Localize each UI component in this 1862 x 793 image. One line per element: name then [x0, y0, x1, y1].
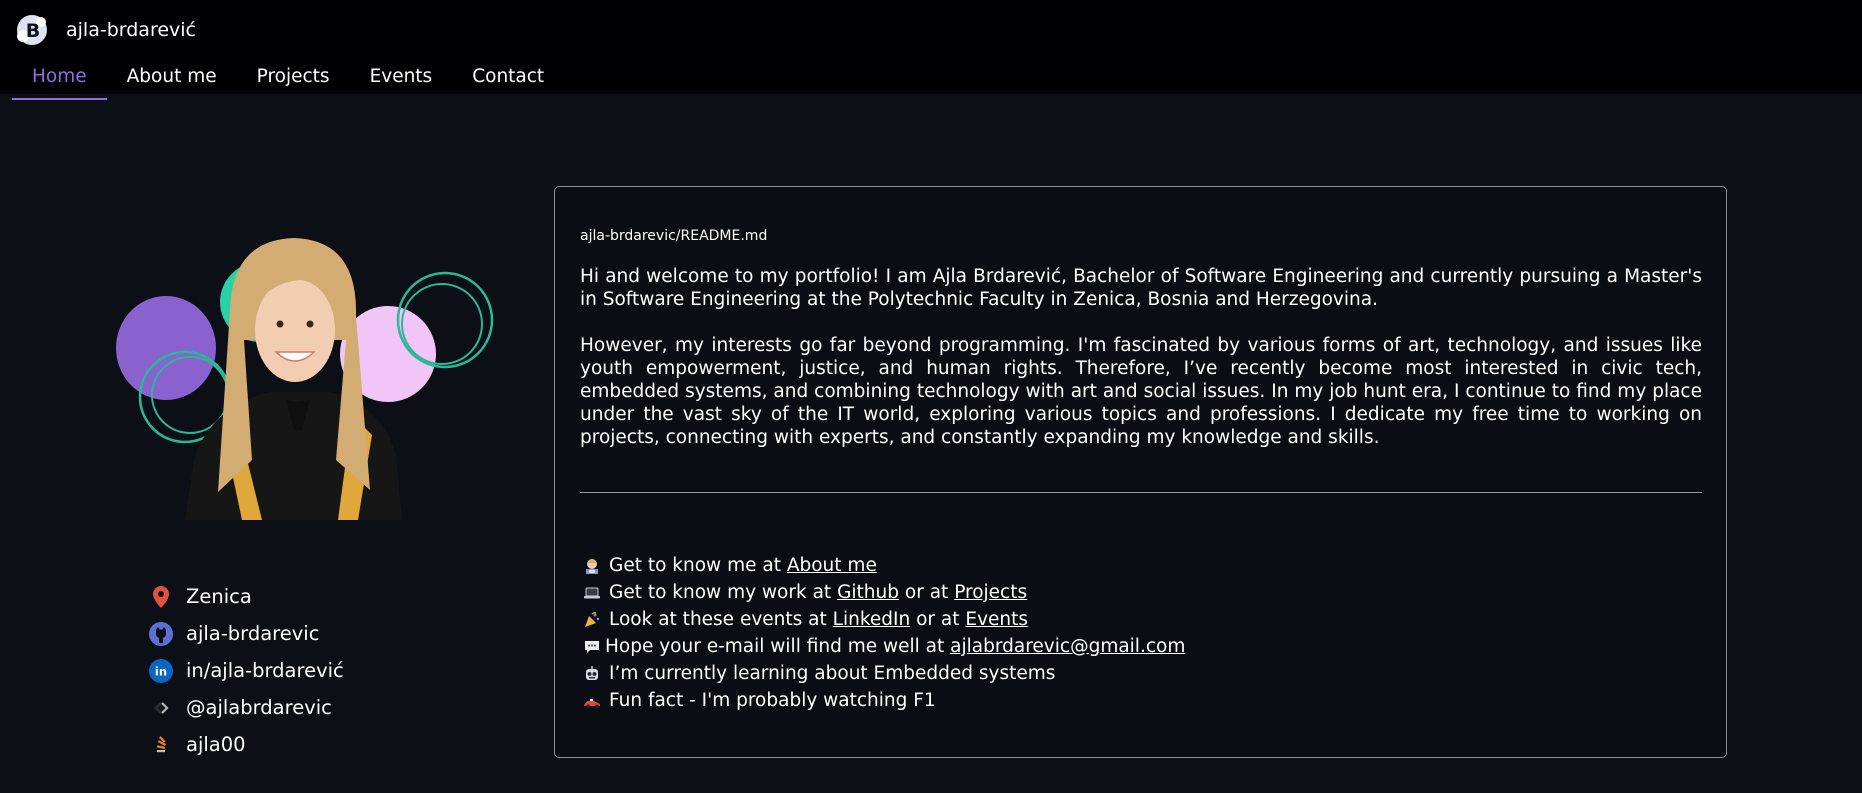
linkedin-link[interactable]: LinkedIn	[833, 606, 911, 633]
brand[interactable]: B ajla-brdarević	[14, 12, 196, 48]
github-icon	[148, 621, 174, 647]
about-me-link[interactable]: About me	[787, 552, 877, 579]
list-item-email: Hope your e-mail will find me well at aj…	[583, 633, 1185, 660]
work-text: Get to know my work at	[609, 582, 832, 603]
party-popper-emoji-icon	[583, 611, 601, 629]
learning-text: I’m currently learning about Embedded sy…	[609, 663, 1056, 684]
svg-text:in: in	[155, 664, 167, 678]
intro-paragraph: Hi and welcome to my portfolio! I am Ajl…	[580, 266, 1702, 310]
github-username[interactable]: ajla-brdarevic	[186, 622, 319, 645]
twitter-x-icon	[148, 695, 174, 721]
about-text: Get to know me at	[609, 555, 781, 576]
list-item-events: Look at these events at LinkedIn or at E…	[583, 606, 1185, 633]
interests-paragraph: However, my interests go far beyond prog…	[580, 335, 1702, 448]
stackoverflow-icon	[148, 732, 174, 758]
tab-home[interactable]: Home	[12, 62, 107, 100]
list-item-learning: I’m currently learning about Embedded sy…	[583, 660, 1185, 687]
list-item-funfact: Fun fact - I'm probably watching F1	[583, 687, 1185, 714]
profile-photo	[116, 238, 494, 520]
location-text: Zenica	[186, 585, 252, 608]
robot-emoji-icon	[583, 665, 601, 683]
tab-contact[interactable]: Contact	[452, 62, 564, 100]
tab-projects[interactable]: Projects	[237, 62, 350, 100]
divider	[580, 492, 1702, 493]
technologist-emoji-icon	[583, 557, 601, 575]
funfact-text: Fun fact - I'm probably watching F1	[609, 690, 936, 711]
laptop-emoji-icon	[583, 584, 601, 602]
projects-link[interactable]: Projects	[954, 579, 1027, 606]
top-bar: B ajla-brdarević Home About me Projects …	[0, 0, 1862, 100]
readme-links-list: Get to know me at About me Get to know m…	[583, 552, 1185, 714]
site-title: ajla-brdarević	[66, 19, 196, 41]
github-link[interactable]: Github	[837, 579, 899, 606]
linkedin-icon: in	[148, 658, 174, 684]
events-or-text: or at	[916, 609, 960, 630]
list-item-about: Get to know me at About me	[583, 552, 1185, 579]
events-link[interactable]: Events	[965, 606, 1028, 633]
main-nav: Home About me Projects Events Contact	[12, 62, 564, 100]
tab-events[interactable]: Events	[350, 62, 453, 100]
email-text: Hope your e-mail will find me well at	[605, 636, 945, 657]
contact-linkedin[interactable]: in in/ajla-brdarević	[148, 652, 344, 689]
email-link[interactable]: ajlabrdarevic@gmail.com	[950, 633, 1185, 660]
linkedin-handle[interactable]: in/ajla-brdarević	[186, 659, 344, 682]
twitter-handle[interactable]: @ajlabrdarevic	[186, 696, 332, 719]
readme-card: ajla-brdarevic/README.md Hi and welcome …	[554, 186, 1727, 758]
contact-list: Zenica ajla-brdarevic in in/ajla-brdarev…	[148, 578, 344, 763]
work-or-text: or at	[904, 582, 949, 603]
tab-about-me[interactable]: About me	[107, 62, 237, 100]
svg-text:B: B	[26, 20, 40, 42]
logo-icon: B	[17, 15, 47, 45]
events-text: Look at these events at	[609, 609, 827, 630]
contact-location: Zenica	[148, 578, 344, 615]
contact-twitter[interactable]: @ajlabrdarevic	[148, 689, 344, 726]
speech-balloon-emoji-icon	[583, 638, 601, 656]
readme-filename: ajla-brdarevic/README.md	[580, 228, 768, 244]
location-pin-icon	[148, 584, 174, 610]
contact-stackoverflow[interactable]: ajla00	[148, 726, 344, 763]
contact-github[interactable]: ajla-brdarevic	[148, 615, 344, 652]
race-car-emoji-icon	[583, 692, 601, 710]
list-item-work: Get to know my work at Github or at Proj…	[583, 579, 1185, 606]
stackoverflow-username[interactable]: ajla00	[186, 733, 246, 756]
readme-body: Hi and welcome to my portfolio! I am Ajl…	[580, 265, 1702, 449]
